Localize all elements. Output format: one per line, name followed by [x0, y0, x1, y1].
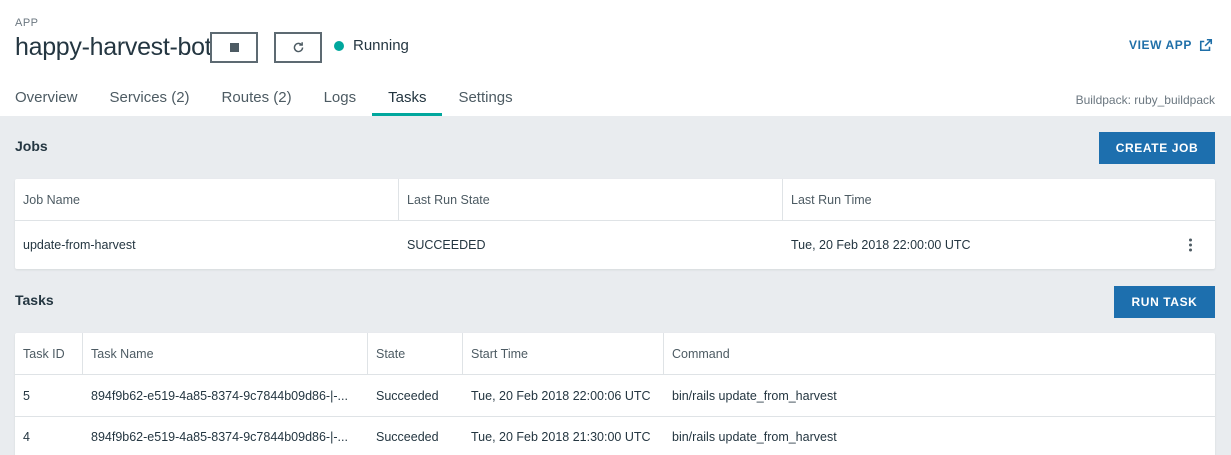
column-header-last-run-time: Last Run Time [791, 192, 872, 207]
view-app-label: VIEW APP [1128, 38, 1192, 52]
column-header-job-name: Job Name [15, 179, 399, 220]
buildpack-label: Buildpack: ruby_buildpack [1075, 93, 1215, 107]
restart-button[interactable] [274, 32, 322, 63]
column-header-task-name: Task Name [83, 333, 368, 374]
jobs-section-title: Jobs [15, 138, 48, 154]
column-header-last-run-state: Last Run State [399, 179, 783, 220]
job-state-cell: SUCCEEDED [407, 238, 486, 252]
tab-settings[interactable]: Settings [458, 82, 512, 116]
tasks-table: Task ID Task Name State Start Time Comma… [15, 333, 1215, 455]
task-name-cell: 894f9b62-e519-4a85-8374-9c7844b09d86-|-.… [91, 430, 348, 444]
tab-services[interactable]: Services (2) [110, 82, 190, 116]
run-task-button[interactable]: RUN TASK [1114, 286, 1215, 318]
task-state-cell: Succeeded [376, 388, 439, 403]
tab-logs[interactable]: Logs [324, 82, 357, 116]
status-text: Running [353, 37, 409, 54]
table-row[interactable]: 4 894f9b62-e519-4a85-8374-9c7844b09d86-|… [15, 416, 1215, 455]
view-app-link[interactable]: VIEW APP [1129, 38, 1213, 52]
tab-routes[interactable]: Routes (2) [222, 82, 292, 116]
job-time-cell: Tue, 20 Feb 2018 22:00:00 UTC [791, 238, 971, 252]
jobs-table: Job Name Last Run State Last Run Time up… [15, 179, 1215, 269]
task-name-cell: 894f9b62-e519-4a85-8374-9c7844b09d86-|-.… [91, 388, 348, 403]
task-state-cell: Succeeded [376, 430, 439, 444]
app-name: happy-harvest-bot [15, 33, 212, 61]
task-command-cell: bin/rails update_from_harvest [672, 430, 837, 444]
stop-icon [229, 43, 239, 52]
app-kicker: APP [15, 17, 39, 29]
app-header: APP happy-harvest-bot Running VIEW APP O… [0, 0, 1231, 116]
task-command-cell: bin/rails update_from_harvest [672, 388, 837, 403]
job-name-cell: update-from-harvest [23, 238, 136, 252]
task-start-cell: Tue, 20 Feb 2018 21:30:00 UTC [471, 430, 651, 444]
tab-overview[interactable]: Overview [15, 82, 78, 116]
tab-bar: Overview Services (2) Routes (2) Logs Ta… [15, 82, 545, 116]
tasks-table-header: Task ID Task Name State Start Time Comma… [15, 333, 1215, 375]
task-id-cell: 5 [23, 388, 30, 403]
column-header-start-time: Start Time [463, 333, 664, 374]
task-id-cell: 4 [23, 430, 30, 444]
create-job-button[interactable]: CREATE JOB [1099, 132, 1215, 164]
tasks-section-title: Tasks [15, 292, 54, 308]
restart-icon [293, 42, 303, 53]
jobs-table-header: Job Name Last Run State Last Run Time [15, 179, 1215, 221]
app-status: Running [334, 37, 409, 54]
external-link-icon [1199, 38, 1213, 52]
main-content: Jobs CREATE JOB Job Name Last Run State … [0, 116, 1231, 455]
column-header-command: Command [672, 346, 730, 361]
kebab-menu-icon[interactable] [1186, 236, 1195, 255]
task-start-cell: Tue, 20 Feb 2018 22:00:06 UTC [471, 388, 651, 403]
column-header-state: State [368, 333, 463, 374]
tab-tasks[interactable]: Tasks [372, 82, 443, 116]
status-dot-icon [334, 40, 344, 51]
stop-button[interactable] [210, 32, 258, 63]
column-header-task-id: Task ID [15, 333, 83, 374]
table-row[interactable]: 5 894f9b62-e519-4a85-8374-9c7844b09d86-|… [15, 375, 1215, 416]
table-row[interactable]: update-from-harvest SUCCEEDED Tue, 20 Fe… [15, 221, 1215, 269]
